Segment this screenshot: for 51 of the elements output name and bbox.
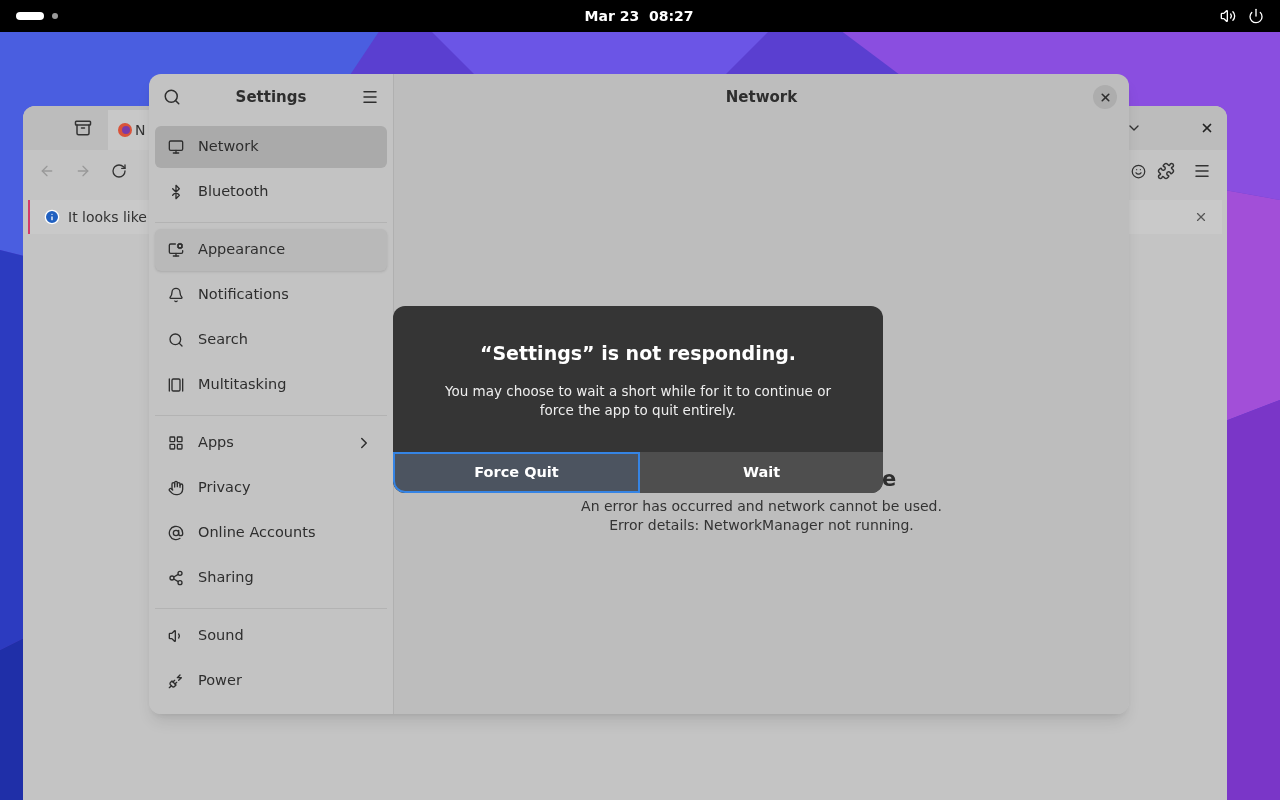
reload-icon[interactable] — [111, 163, 127, 179]
sidebar-item[interactable]: Notifications — [155, 274, 387, 316]
volume-icon[interactable] — [1220, 8, 1236, 24]
search-icon — [168, 332, 184, 348]
monitor-icon — [168, 139, 184, 155]
menu-icon[interactable] — [361, 88, 379, 106]
plug-icon — [168, 673, 184, 689]
menu-icon[interactable] — [1193, 162, 1211, 180]
monitor-brush-icon — [168, 242, 184, 258]
puzzle-icon[interactable] — [1157, 162, 1175, 180]
heading: e — [882, 467, 897, 491]
info-icon — [44, 209, 60, 225]
sidebar-item[interactable]: Appearance — [155, 229, 387, 271]
tab-title: N — [135, 121, 146, 140]
bell-icon — [168, 287, 184, 303]
account-icon[interactable] — [1131, 163, 1146, 179]
window-stack-icon — [168, 377, 184, 393]
sidebar-item[interactable]: Privacy — [155, 467, 387, 509]
sidebar-item[interactable]: Sound — [155, 615, 387, 657]
error-message: An error has occurred and network cannot be used. — [581, 497, 942, 516]
power-icon[interactable] — [1248, 8, 1264, 24]
close-button[interactable] — [1093, 85, 1117, 109]
workspace-indicator[interactable] — [16, 12, 58, 20]
sidebar-item[interactable]: Search — [155, 319, 387, 361]
close-icon[interactable] — [1194, 210, 1208, 224]
tab-overview-icon[interactable] — [74, 119, 92, 137]
dialog-title: “Settings” is not responding. — [479, 341, 797, 366]
page-title: Network — [725, 86, 798, 108]
dialog-button[interactable]: Wait — [640, 452, 883, 493]
browser-logo-icon — [118, 123, 132, 137]
grid-icon — [168, 435, 184, 451]
clock[interactable]: Mar 23 08:27 — [584, 6, 694, 26]
dialog-message: You may choose to wait a short while for it to continue or force the app to quit entirely. — [444, 381, 832, 420]
close-icon — [1098, 90, 1112, 104]
sidebar-item[interactable]: Sharing — [155, 557, 387, 599]
search-icon[interactable] — [163, 88, 181, 106]
sidebar-item[interactable]: Power — [155, 660, 387, 702]
close-icon[interactable] — [1200, 121, 1214, 135]
share-icon — [168, 570, 184, 586]
sidebar-title: Settings — [235, 86, 307, 108]
sidebar-item[interactable]: Online Accounts — [155, 512, 387, 554]
error-message: Error details: NetworkManager not running. — [609, 516, 914, 535]
sidebar-item[interactable]: Network — [155, 126, 387, 168]
info-message: It looks like — [68, 208, 147, 227]
sidebar-item[interactable]: Bluetooth — [155, 171, 387, 213]
browser-tab[interactable]: N — [108, 110, 150, 150]
hand-icon — [168, 480, 184, 496]
at-sign-icon — [168, 525, 184, 541]
sidebar-item[interactable]: Multitasking — [155, 364, 387, 406]
dialog-button[interactable]: Force Quit — [393, 452, 640, 493]
sidebar-item[interactable]: Apps — [155, 422, 387, 464]
